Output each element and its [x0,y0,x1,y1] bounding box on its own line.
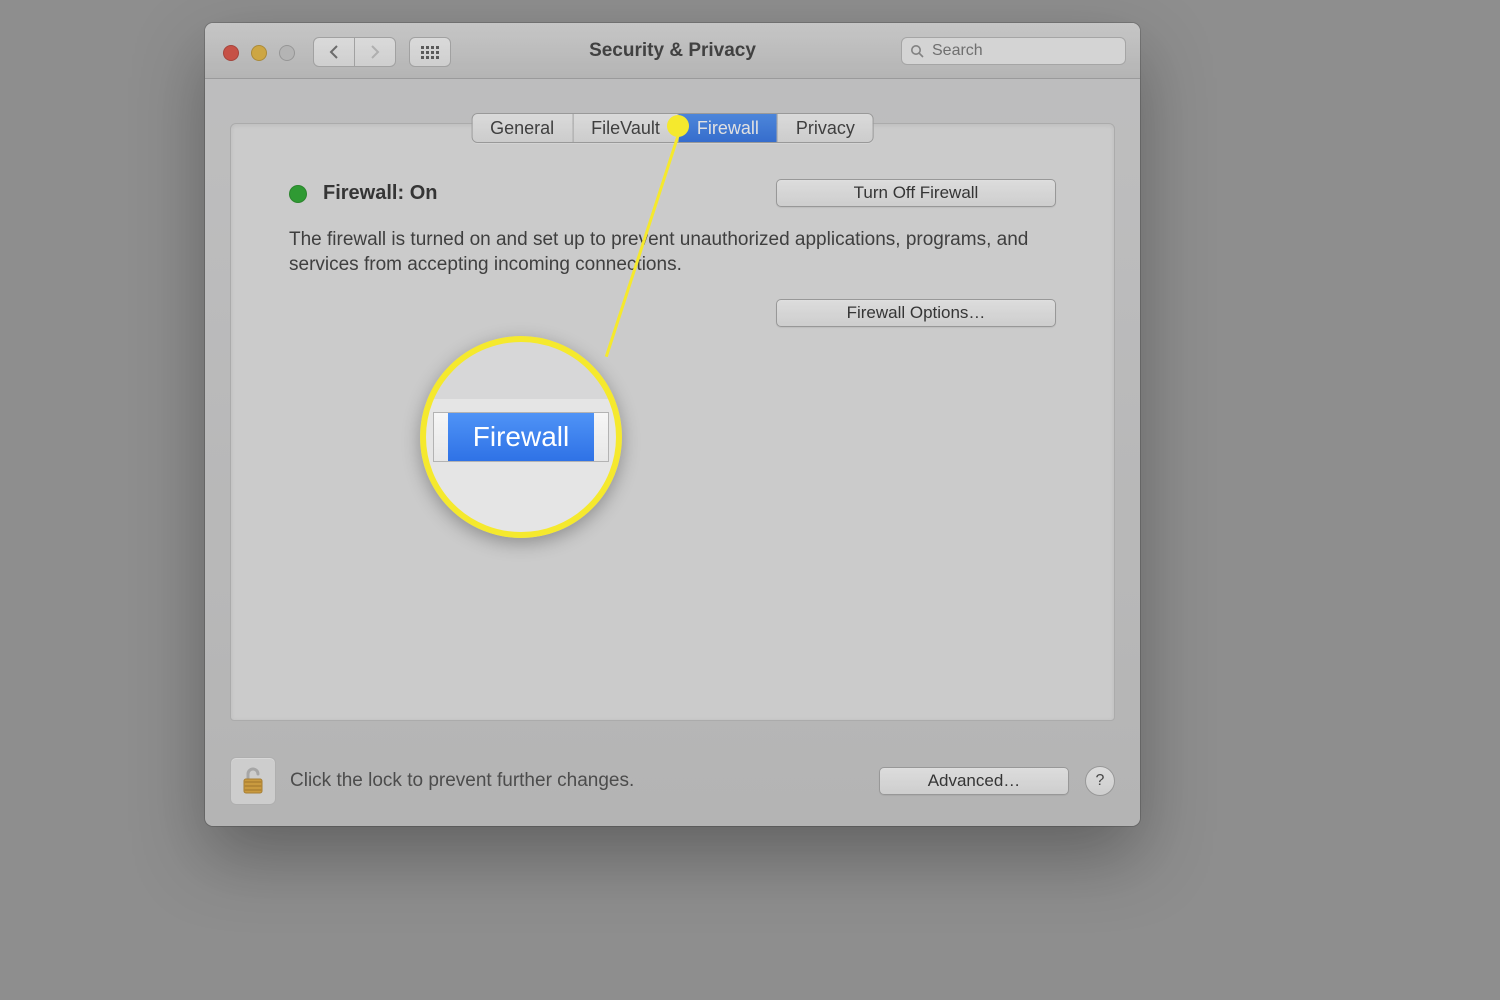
firewall-description: The firewall is turned on and set up to … [289,228,1034,277]
tab-firewall[interactable]: Firewall [678,114,777,142]
status-indicator-icon [289,185,307,203]
firewall-options-button[interactable]: Firewall Options… [776,299,1056,327]
firewall-status-label: Firewall: On [323,182,437,205]
preferences-window: Security & Privacy Firewall: On The fire… [205,23,1140,826]
search-field[interactable] [901,37,1126,65]
advanced-button[interactable]: Advanced… [879,767,1069,795]
lock-hint-text: Click the lock to prevent further change… [290,770,634,792]
search-input[interactable] [930,41,1117,61]
content-panel: Firewall: On The firewall is turned on a… [230,123,1115,721]
turn-off-firewall-button[interactable]: Turn Off Firewall [776,179,1056,207]
titlebar: Security & Privacy [205,23,1140,79]
tab-privacy[interactable]: Privacy [777,114,873,142]
tab-general[interactable]: General [472,114,572,142]
lock-button[interactable] [230,757,276,805]
annotation-magnifier: Firewall [420,336,622,538]
annotation-anchor-dot [667,115,689,137]
magnifier-firewall-tab: Firewall [448,413,594,461]
magnifier-tab-strip: Firewall [433,412,609,462]
help-button[interactable]: ? [1085,766,1115,796]
firewall-status: Firewall: On [289,182,437,205]
unlocked-padlock-icon [241,766,265,796]
search-icon [910,44,924,58]
tab-filevault[interactable]: FileVault [572,114,678,142]
footer: Click the lock to prevent further change… [230,748,1115,814]
